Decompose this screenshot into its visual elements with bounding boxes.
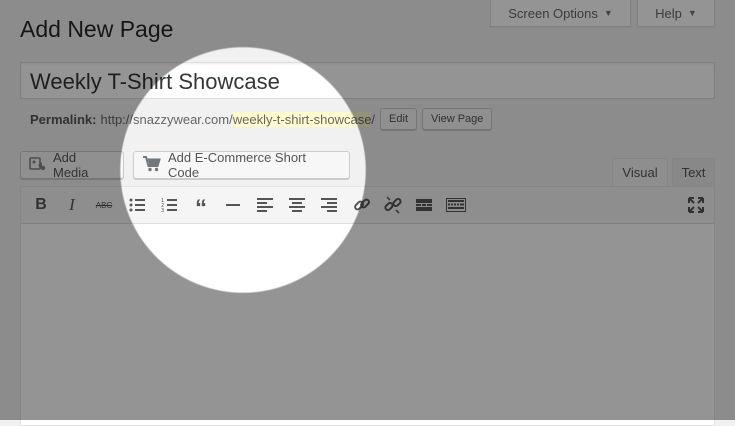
screen-options-button[interactable]: Screen Options ▼	[490, 0, 631, 27]
horizontal-rule-icon[interactable]	[222, 194, 244, 216]
align-right-icon[interactable]	[318, 194, 340, 216]
shopping-cart-icon	[142, 155, 162, 175]
bullet-list-icon[interactable]	[126, 194, 148, 216]
strikethrough-glyph: ABC	[95, 200, 113, 210]
permalink-label: Permalink:	[30, 111, 97, 127]
toolbar-toggle-icon[interactable]	[445, 194, 467, 216]
numbered-list-icon[interactable]: 123	[158, 194, 180, 216]
add-ecommerce-shortcode-button[interactable]: Add E-Commerce Short Code	[133, 150, 350, 180]
editor-toolbar: B I ABC 123 “	[21, 187, 714, 224]
tab-visual[interactable]: Visual	[612, 158, 668, 186]
permalink-base-url: http://snazzywear.com/	[100, 111, 233, 127]
align-left-icon[interactable]	[254, 194, 276, 216]
bold-glyph: B	[35, 196, 47, 213]
insert-link-icon[interactable]	[351, 194, 373, 216]
read-more-icon[interactable]	[413, 194, 435, 216]
permalink-edit-button[interactable]: Edit	[380, 108, 418, 130]
align-center-icon[interactable]	[286, 194, 308, 216]
remove-link-icon[interactable]	[382, 194, 404, 216]
add-media-button[interactable]: Add Media	[20, 150, 124, 180]
add-media-icon	[29, 156, 47, 175]
strikethrough-icon[interactable]: ABC	[93, 194, 115, 216]
permalink-trailing-slash: /	[371, 111, 376, 127]
permalink-row: Permalink: http://snazzywear.com/weekly-…	[30, 108, 493, 130]
help-label: Help	[655, 5, 682, 21]
tab-text[interactable]: Text	[672, 158, 715, 186]
ecommerce-shortcode-label: Add E-Commerce Short Code	[168, 150, 306, 180]
fullscreen-icon[interactable]	[685, 194, 707, 216]
content-editor: B I ABC 123 “	[20, 186, 715, 426]
help-button[interactable]: Help ▼	[637, 0, 715, 27]
post-title-input[interactable]: Weekly T-Shirt Showcase	[20, 62, 715, 99]
caret-down-icon: ▼	[603, 8, 613, 18]
page-title: Add New Page	[20, 16, 174, 42]
italic-icon[interactable]: I	[61, 194, 83, 216]
blockquote-icon[interactable]: “	[190, 194, 212, 221]
svg-text:3: 3	[161, 208, 164, 212]
bold-icon[interactable]: B	[30, 194, 52, 216]
add-media-label: Add Media	[53, 150, 89, 180]
caret-down-icon: ▼	[687, 8, 697, 18]
editor-content-area[interactable]	[21, 224, 714, 425]
permalink-slug[interactable]: weekly-t-shirt-showcase	[232, 111, 372, 127]
view-page-button[interactable]: View Page	[422, 108, 493, 130]
screen-options-label: Screen Options	[508, 5, 598, 21]
italic-glyph: I	[69, 195, 75, 214]
